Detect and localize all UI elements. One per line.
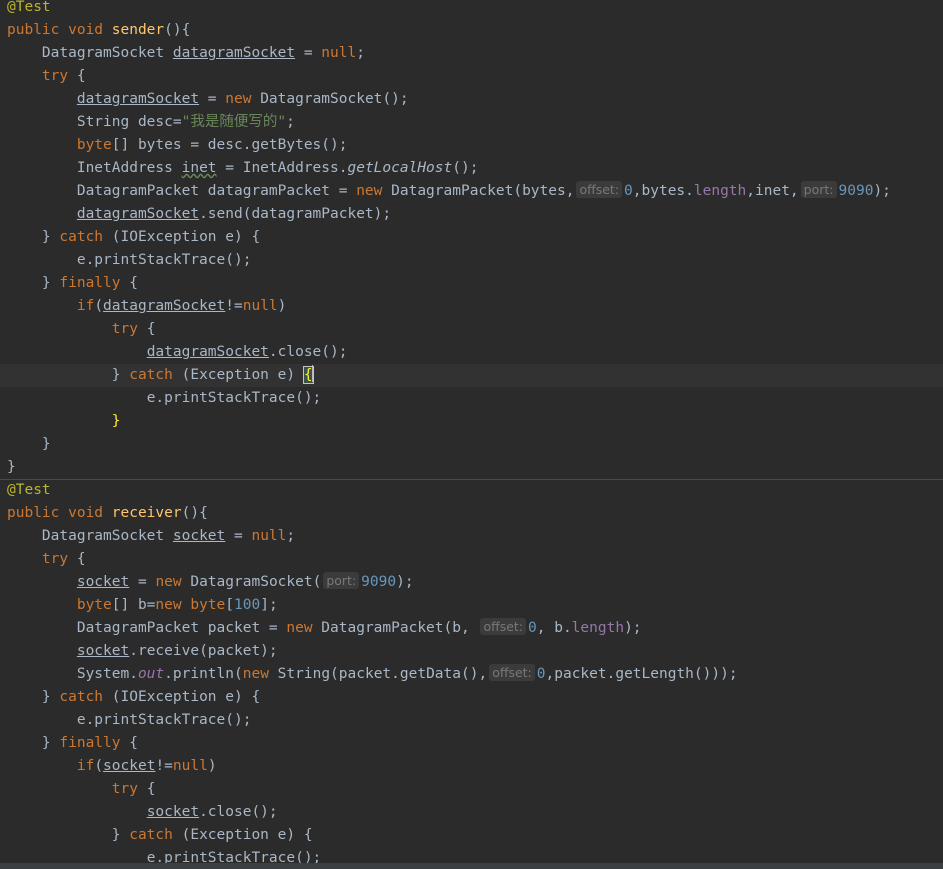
code-line: } catch (IOException e) {	[7, 689, 261, 705]
code-line: System.out.println(new String(packet.get…	[76, 664, 738, 682]
code-line: datagramSocket.close();	[146, 344, 348, 360]
code-line: byte[] bytes = desc.getBytes();	[76, 137, 348, 153]
parameter-hint: offset:	[480, 618, 527, 635]
string-literal: "我是随便写的"	[181, 114, 287, 130]
parameter-hint: port:	[800, 181, 837, 198]
method-name[interactable]: receiver	[112, 505, 182, 521]
code-line: }	[7, 459, 16, 475]
code-line: socket = new DatagramSocket(port: 9090);	[76, 572, 414, 590]
code-line: if(datagramSocket!=null)	[76, 298, 287, 314]
method-name[interactable]: sender	[112, 22, 164, 38]
code-line: public void receiver(){	[7, 505, 208, 521]
code-line: e.printStackTrace();	[76, 252, 252, 268]
annotation: @Test	[7, 0, 51, 15]
code-line: e.printStackTrace();	[146, 390, 322, 406]
code-line: InetAddress inet = InetAddress.getLocalH…	[76, 160, 479, 176]
code-line: datagramSocket = new DatagramSocket();	[76, 91, 409, 107]
code-line: try {	[111, 781, 156, 797]
code-line: public void sender(){	[7, 22, 191, 38]
parameter-hint: port:	[323, 572, 360, 589]
code-line: DatagramSocket socket = null;	[41, 528, 296, 544]
code-line: @Test	[0, 479, 943, 502]
code-line: if(socket!=null)	[76, 758, 217, 774]
code-line: } finally {	[7, 735, 138, 751]
code-line: DatagramSocket datagramSocket = null;	[41, 45, 365, 61]
code-line: e.printStackTrace();	[76, 712, 252, 728]
code-line: DatagramPacket datagramPacket = new Data…	[76, 181, 891, 199]
current-line: } catch (Exception e) {	[0, 364, 943, 387]
text-caret	[311, 365, 313, 382]
code-line: } catch (IOException e) {	[7, 229, 261, 245]
code-line: byte[] b=new byte[100];	[76, 597, 278, 613]
code-line: } finally {	[7, 275, 138, 291]
code-line: socket.close();	[146, 804, 278, 820]
code-line: @Test	[0, 0, 943, 19]
code-line: try {	[111, 321, 156, 337]
matched-brace: }	[111, 413, 121, 429]
code-line: } catch (Exception e) {	[7, 827, 313, 843]
code-line: datagramSocket.send(datagramPacket);	[76, 206, 392, 222]
code-line: DatagramPacket packet = new DatagramPack…	[76, 618, 642, 636]
annotation: @Test	[7, 482, 51, 498]
code-line: }	[7, 436, 51, 452]
parameter-hint: offset:	[576, 181, 623, 198]
code-editor[interactable]: @Test public void sender(){ DatagramSock…	[0, 0, 943, 869]
code-line: }	[0, 410, 943, 433]
horizontal-scrollbar[interactable]	[0, 863, 943, 869]
code-line: socket.receive(packet);	[76, 643, 278, 659]
code-line: try {	[41, 68, 86, 84]
code-line: try {	[41, 551, 86, 567]
code-line: String desc="我是随便写的";	[76, 114, 295, 130]
parameter-hint: offset:	[489, 664, 535, 681]
